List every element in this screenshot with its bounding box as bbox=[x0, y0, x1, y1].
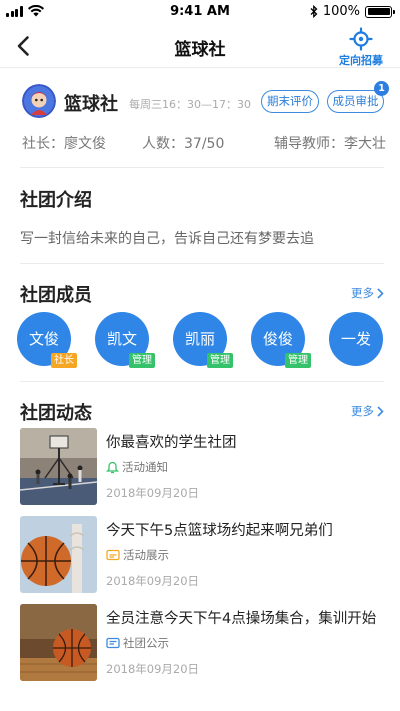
leader-role-tag: 社长 bbox=[51, 353, 77, 368]
admin-role-tag: 管理 bbox=[207, 353, 233, 368]
activities-more-link[interactable]: 更多 bbox=[351, 403, 384, 419]
activity-title: 全员注意今天下午4点操场集合，集训开始 bbox=[106, 611, 377, 627]
activity-thumbnail bbox=[20, 604, 97, 681]
battery-icon bbox=[365, 5, 395, 18]
activity-tag-label: 活动通知 bbox=[122, 460, 168, 474]
activity-date: 2018年09月20日 bbox=[106, 662, 200, 676]
member-avatar[interactable]: 俊俊 管理 bbox=[251, 312, 311, 368]
target-recruit-icon bbox=[349, 27, 373, 51]
approval-count-badge: 1 bbox=[374, 81, 389, 96]
admin-role-tag: 管理 bbox=[285, 353, 311, 368]
activity-tag: 活动展示 bbox=[106, 547, 169, 563]
final-evaluation-button[interactable]: 期末评价 bbox=[261, 90, 319, 113]
member-name: 俊俊 bbox=[262, 330, 293, 348]
chevron-right-icon bbox=[377, 287, 384, 299]
status-bar: 9:41 AM 100% bbox=[0, 0, 400, 24]
activity-tag-label: 社团公示 bbox=[123, 636, 169, 650]
club-leader: 社长：廖文俊 bbox=[22, 136, 106, 152]
members-more-link[interactable]: 更多 bbox=[351, 285, 384, 301]
advisor-teacher: 辅导教师：李大壮 bbox=[274, 136, 386, 152]
bluetooth-icon bbox=[310, 5, 318, 18]
activity-title: 今天下午5点篮球场约起来啊兄弟们 bbox=[106, 523, 333, 539]
member-name: 凯丽 bbox=[184, 330, 215, 348]
activity-tag-label: 活动展示 bbox=[123, 548, 169, 562]
admin-role-tag: 管理 bbox=[129, 353, 155, 368]
member-avatar[interactable]: 一发 bbox=[329, 312, 383, 366]
member-name: 一发 bbox=[340, 330, 371, 348]
activity-date: 2018年09月20日 bbox=[106, 574, 200, 588]
activity-thumbnail bbox=[20, 516, 97, 593]
member-avatar[interactable]: 凯文 管理 bbox=[95, 312, 155, 368]
club-avatar bbox=[22, 84, 56, 118]
more-label: 更多 bbox=[351, 404, 374, 418]
club-schedule: 每周三16：30—17：30 bbox=[129, 98, 251, 111]
more-label: 更多 bbox=[351, 286, 374, 300]
divider bbox=[20, 167, 384, 168]
activity-item[interactable]: 你最喜欢的学生社团 活动通知 2018年09月20日 bbox=[20, 428, 386, 506]
targeted-recruit-button[interactable]: 定向招募 bbox=[336, 27, 386, 67]
activity-tag: 活动通知 bbox=[106, 459, 168, 475]
image-icon bbox=[106, 549, 120, 561]
notice-icon bbox=[106, 637, 120, 649]
activity-tag: 社团公示 bbox=[106, 635, 169, 651]
member-avatar[interactable]: 凯丽 管理 bbox=[173, 312, 233, 368]
member-approval-label: 成员审批 bbox=[332, 94, 379, 108]
intro-section-title: 社团介绍 bbox=[20, 190, 92, 211]
battery-percent: 100% bbox=[322, 4, 360, 19]
member-name: 文俊 bbox=[28, 330, 59, 348]
chevron-right-icon bbox=[377, 405, 384, 417]
members-section-title: 社团成员 bbox=[20, 285, 92, 306]
bell-icon bbox=[106, 461, 119, 473]
club-name: 篮球社 bbox=[64, 94, 118, 115]
divider bbox=[20, 381, 384, 382]
member-approval-button[interactable]: 成员审批 1 bbox=[327, 81, 389, 113]
activity-title: 你最喜欢的学生社团 bbox=[106, 435, 237, 451]
activity-item[interactable]: 全员注意今天下午4点操场集合，集训开始 社团公示 2018年09月20日 bbox=[20, 604, 386, 682]
club-info-card: 篮球社 每周三16：30—17：30 期末评价 成员审批 1 社长：廖文俊 人数… bbox=[20, 80, 389, 164]
divider bbox=[20, 263, 384, 264]
member-count: 人数：37/50 bbox=[142, 136, 225, 152]
recruit-label: 定向招募 bbox=[339, 54, 383, 67]
member-name: 凯文 bbox=[106, 330, 137, 348]
member-avatar[interactable]: 文俊 社长 bbox=[17, 312, 77, 368]
activities-section-title: 社团动态 bbox=[20, 403, 92, 424]
activity-item[interactable]: 今天下午5点篮球场约起来啊兄弟们 活动展示 2018年09月20日 bbox=[20, 516, 386, 594]
nav-bar: 篮球社 定向招募 bbox=[0, 24, 400, 68]
intro-text: 写一封信给未来的自己，告诉自己还有梦要去追 bbox=[20, 231, 314, 247]
activity-date: 2018年09月20日 bbox=[106, 486, 200, 500]
activity-thumbnail bbox=[20, 428, 97, 505]
